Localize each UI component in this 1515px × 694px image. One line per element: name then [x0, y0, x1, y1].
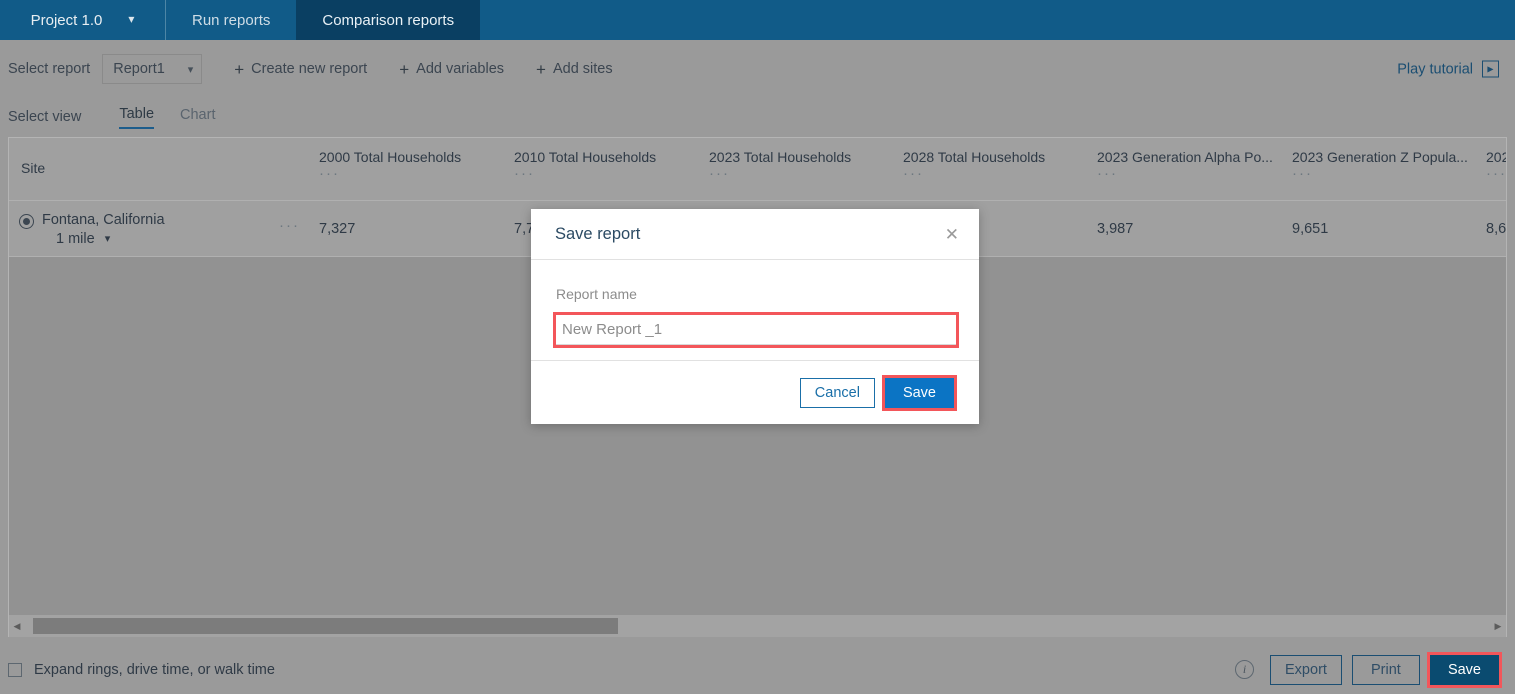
report-select-value: Report1: [113, 61, 165, 77]
dialog-header: Save report ✕: [531, 209, 979, 260]
cell-2023-generation-alpha: 3,987: [1097, 221, 1134, 237]
site-radius-label: 1 mile: [56, 231, 95, 247]
report-select-dropdown[interactable]: Report1 ▾: [102, 54, 203, 84]
dialog-title: Save report: [555, 224, 641, 243]
export-button[interactable]: Export: [1270, 654, 1342, 685]
report-name-input[interactable]: [553, 312, 959, 348]
view-tab-table[interactable]: Table: [119, 105, 155, 129]
nav-tab-comparison-reports-label: Comparison reports: [322, 11, 455, 29]
top-navigation-bar: Project 1.0 ▾ Run reports Comparison rep…: [0, 0, 1515, 40]
project-selector[interactable]: Project 1.0 ▾: [0, 0, 166, 40]
column-menu-icon[interactable]: ···: [1097, 165, 1118, 182]
info-icon[interactable]: i: [1235, 660, 1255, 679]
add-sites-label: Add sites: [552, 61, 613, 77]
column-header-label: 2028 Total Households: [903, 149, 1046, 165]
expand-rings-label: Expand rings, drive time, or walk time: [34, 661, 275, 678]
chevron-down-icon: ▾: [104, 233, 111, 245]
scrollbar-track[interactable]: [25, 618, 1490, 634]
add-variables-label: Add variables: [416, 61, 505, 77]
plus-icon: +: [536, 59, 546, 79]
view-tab-table-label: Table: [119, 105, 155, 122]
column-header-label: 2023: [1486, 149, 1506, 165]
bottom-buttons: i Export Print Save: [1235, 651, 1503, 688]
row-menu-icon[interactable]: ···: [279, 217, 300, 234]
column-header-site: Site: [21, 160, 45, 176]
create-new-report-button[interactable]: + Create new report: [234, 61, 367, 78]
table-horizontal-scrollbar[interactable]: ◀ ▶: [8, 615, 1507, 637]
column-menu-icon[interactable]: ···: [319, 165, 340, 182]
column-header-2023-total-households: 2023 Total Households ···: [709, 138, 894, 201]
select-view-label: Select view: [8, 109, 82, 125]
select-report-label: Select report: [8, 61, 91, 77]
app-root: Project 1.0 ▾ Run reports Comparison rep…: [0, 0, 1515, 694]
save-button[interactable]: Save: [1426, 651, 1503, 688]
plus-icon: +: [399, 59, 410, 79]
nav-tab-run-reports-label: Run reports: [192, 11, 271, 29]
dialog-save-button-label: Save: [902, 384, 936, 401]
column-menu-icon[interactable]: ···: [1486, 165, 1506, 182]
site-selected-radio[interactable]: [19, 214, 34, 229]
dialog-save-button[interactable]: Save: [881, 374, 958, 411]
save-button-label: Save: [1447, 661, 1481, 678]
nav-tab-comparison-reports[interactable]: Comparison reports: [296, 0, 481, 40]
nav-tab-run-reports[interactable]: Run reports: [166, 0, 296, 40]
chevron-down-icon: ▾: [128, 12, 135, 26]
report-name-label: Report name: [556, 286, 637, 302]
cell-2023-generation-z: 9,651: [1292, 221, 1329, 237]
export-button-label: Export: [1285, 661, 1327, 678]
scroll-left-arrow-icon[interactable]: ◀: [9, 621, 25, 632]
column-menu-icon[interactable]: ···: [514, 165, 535, 182]
column-header-label: 2000 Total Households: [319, 149, 462, 165]
report-name-field-wrap: [553, 312, 959, 348]
column-header-label: 2023 Total Households: [709, 149, 852, 165]
cancel-button[interactable]: Cancel: [799, 377, 875, 408]
column-header-label: 2010 Total Households: [514, 149, 657, 165]
column-header-site-label: Site: [21, 160, 46, 176]
view-tab-chart-label: Chart: [180, 106, 216, 123]
play-tutorial-button[interactable]: Play tutorial ▶: [1397, 60, 1499, 78]
view-tab-chart[interactable]: Chart: [180, 107, 215, 128]
column-header-2000-total-households: 2000 Total Households ···: [319, 138, 504, 201]
column-header-next-truncated: 2023 ···: [1486, 138, 1506, 201]
column-header-2023-generation-alpha-population: 2023 Generation Alpha Po... ···: [1097, 138, 1280, 201]
play-tutorial-label: Play tutorial: [1397, 61, 1473, 77]
column-header-2010-total-households: 2010 Total Households ···: [514, 138, 699, 201]
scrollbar-thumb[interactable]: [33, 618, 618, 634]
bottom-action-bar: Expand rings, drive time, or walk time i…: [0, 645, 1515, 694]
site-name: Fontana, California: [42, 212, 165, 228]
cancel-button-label: Cancel: [814, 384, 860, 401]
select-view-row: Select view Table Chart: [0, 98, 1515, 136]
add-sites-button[interactable]: + Add sites: [536, 61, 613, 78]
cell-next-truncated: 8,65: [1486, 221, 1507, 237]
column-menu-icon[interactable]: ···: [903, 165, 924, 182]
cell-2000-total-households: 7,327: [319, 221, 356, 237]
column-header-label: 2023 Generation Alpha Po...: [1097, 149, 1273, 165]
expand-rings-checkbox[interactable]: [8, 662, 22, 677]
play-icon: ▶: [1482, 60, 1499, 78]
add-variables-button[interactable]: + Add variables: [399, 61, 504, 78]
column-menu-icon[interactable]: ···: [1292, 165, 1313, 182]
print-button[interactable]: Print: [1351, 654, 1420, 685]
column-header-2023-generation-z-population: 2023 Generation Z Popula... ···: [1292, 138, 1475, 201]
report-toolbar: Select report Report1 ▾ + Create new rep…: [0, 40, 1515, 98]
column-header-2028-total-households: 2028 Total Households ···: [903, 138, 1088, 201]
dialog-footer: Cancel Save: [531, 361, 979, 424]
table-header-row: Site 2000 Total Households ··· 2010 Tota…: [9, 138, 1506, 201]
chevron-down-icon: ▾: [187, 63, 194, 76]
save-report-dialog: Save report ✕ Report name Cancel Save: [531, 209, 979, 424]
column-menu-icon[interactable]: ···: [709, 165, 730, 182]
dialog-body: Report name: [531, 260, 979, 361]
plus-icon: +: [234, 59, 245, 79]
close-icon[interactable]: ✕: [945, 226, 959, 243]
expand-rings-checkbox-wrap[interactable]: Expand rings, drive time, or walk time: [8, 662, 275, 678]
create-new-report-label: Create new report: [251, 61, 368, 77]
site-cell: Fontana, California 1 mile ▾: [19, 211, 165, 249]
project-name: Project 1.0: [30, 11, 103, 29]
scroll-right-arrow-icon[interactable]: ▶: [1490, 621, 1506, 632]
print-button-label: Print: [1371, 661, 1401, 678]
column-header-label: 2023 Generation Z Popula...: [1292, 149, 1468, 165]
site-radius-selector[interactable]: 1 mile ▾: [56, 229, 165, 249]
